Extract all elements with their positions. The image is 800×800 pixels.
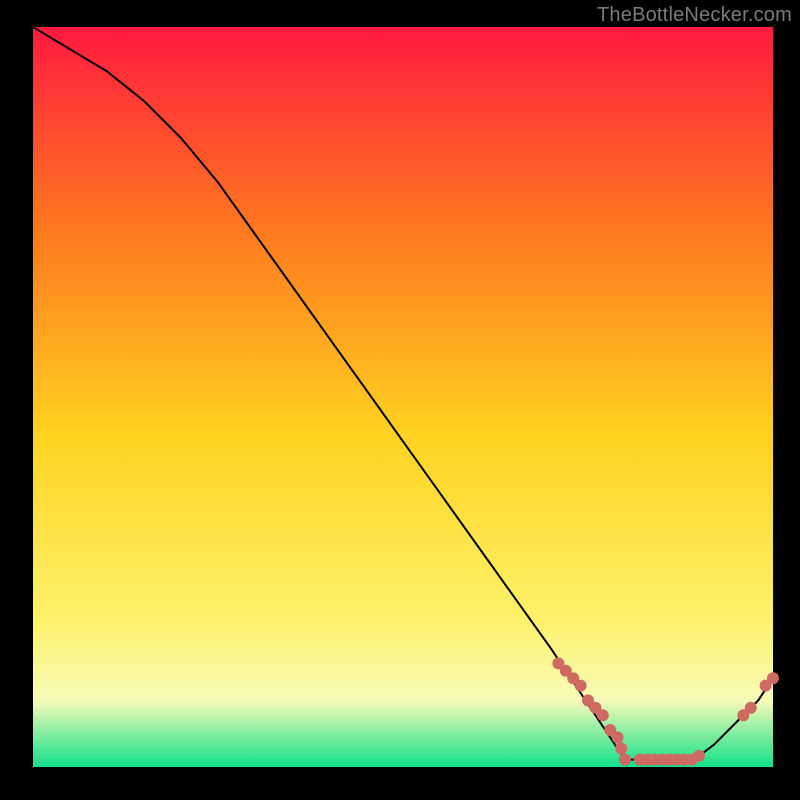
- chart-container: TheBottleNecker.com: [0, 0, 800, 800]
- data-marker: [693, 750, 705, 762]
- data-marker: [612, 731, 624, 743]
- data-marker: [745, 702, 757, 714]
- source-attribution: TheBottleNecker.com: [597, 4, 792, 27]
- data-marker: [619, 754, 631, 766]
- chart-plot: [0, 0, 800, 800]
- data-marker: [597, 709, 609, 721]
- data-marker: [767, 672, 779, 684]
- data-marker: [575, 680, 587, 692]
- data-marker: [615, 743, 627, 755]
- bottleneck-curve: [33, 27, 773, 760]
